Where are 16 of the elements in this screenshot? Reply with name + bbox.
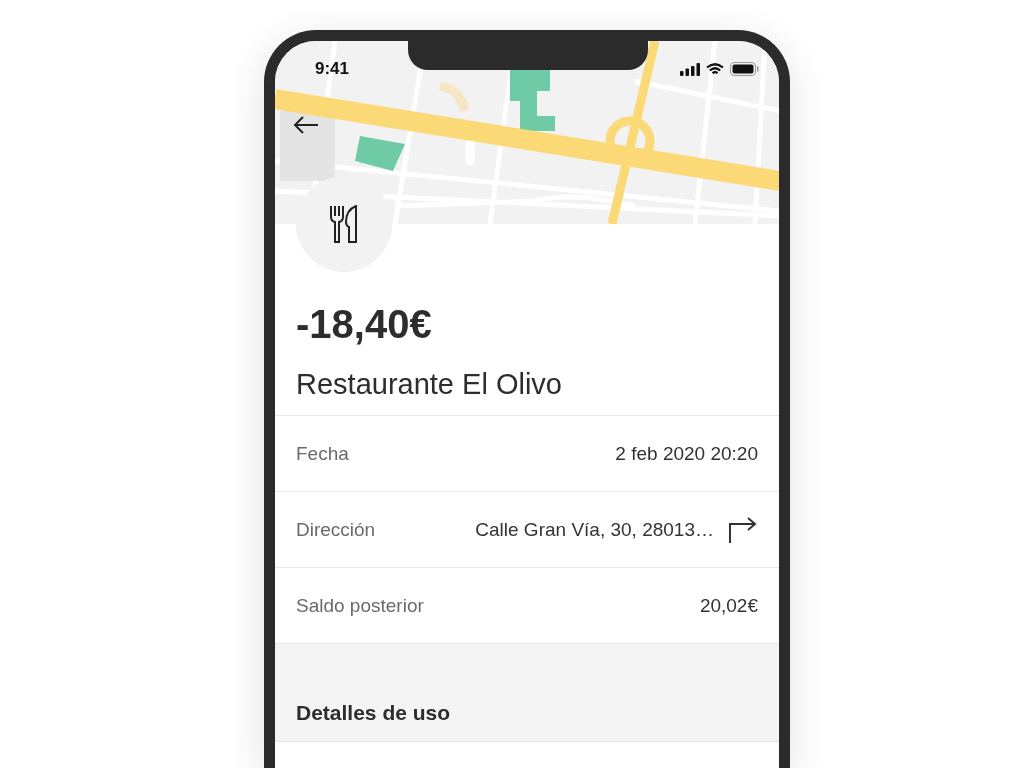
detail-value: 20,02€ [699, 594, 758, 617]
signal-icon [680, 62, 700, 76]
detail-label: Fecha [296, 442, 349, 465]
back-button[interactable] [293, 115, 319, 135]
section-title: Detalles de uso [296, 701, 451, 725]
transaction-amount: -18,40€ [296, 301, 433, 347]
detail-label: Dirección [296, 518, 376, 541]
merchant-name: Restaurante El Olivo [296, 367, 563, 402]
detail-label: Saldo posterior [296, 594, 424, 617]
cutlery-icon [329, 205, 359, 243]
directions-icon[interactable] [728, 515, 758, 544]
detail-value: Calle Gran Vía, 30, 28013… [475, 518, 714, 541]
wifi-icon [706, 62, 724, 76]
battery-icon [730, 62, 759, 76]
status-time: 9:41 [315, 59, 350, 79]
detail-value: 2 feb 2020 20:20 [615, 442, 758, 465]
